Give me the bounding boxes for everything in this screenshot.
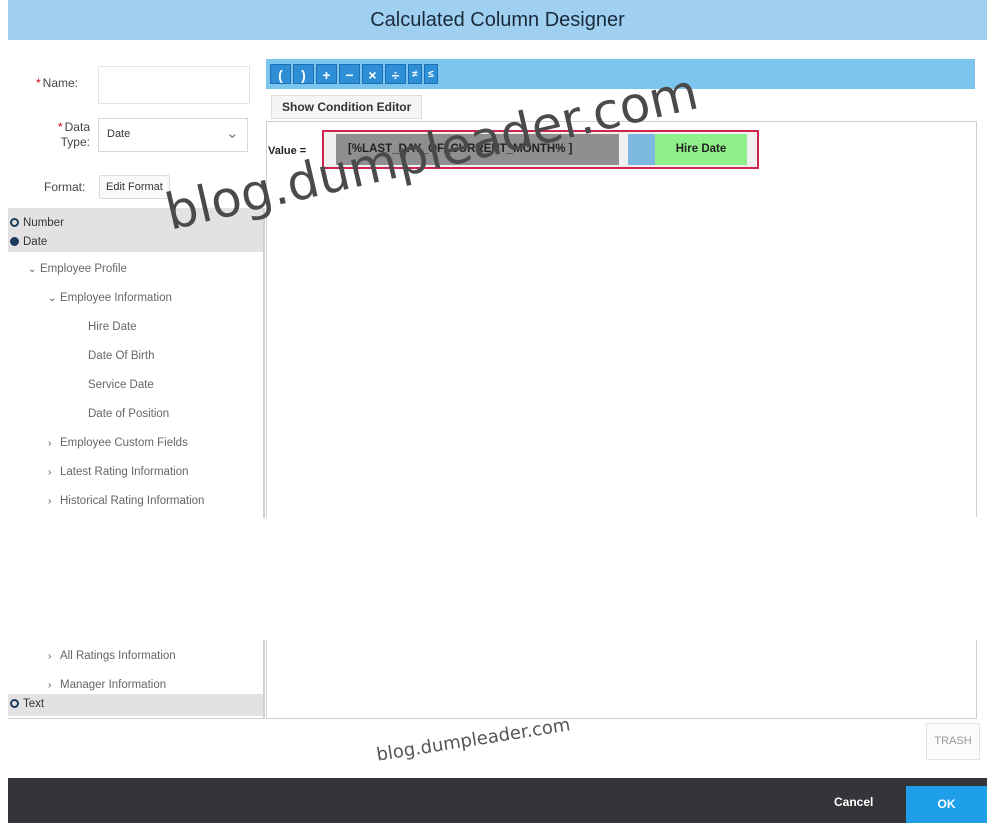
dialog-title: Calculated Column Designer (8, 0, 987, 40)
tree-item-latest-rating[interactable]: › Latest Rating Information (48, 466, 189, 478)
expression-token-operator[interactable] (628, 134, 655, 165)
radio-selected-icon (10, 237, 19, 247)
tree-item-employee-profile[interactable]: ⌄ Employee Profile (28, 263, 127, 275)
chevron-right-icon: › (48, 467, 52, 478)
chevron-down-icon: ⌄ (48, 293, 57, 304)
tree-item-employee-information[interactable]: ⌄ Employee Information (48, 292, 172, 304)
radio-icon (10, 218, 19, 228)
radio-date[interactable]: Date (10, 236, 47, 248)
expression-token-hire-date[interactable]: Hire Date (655, 134, 747, 165)
tree-item-all-ratings[interactable]: › All Ratings Information (48, 650, 176, 662)
required-mark: * (36, 76, 41, 90)
plus-icon[interactable]: + (316, 64, 337, 84)
field-tree-lower: › All Ratings Information › Manager Inform… (8, 640, 265, 719)
data-type-value: Date (107, 128, 131, 140)
edit-format-button[interactable]: Edit Format (99, 175, 170, 199)
field-tree: Number Date ⌄ Employee Profile ⌄ Employee … (8, 208, 265, 518)
tree-item-historical-rating[interactable]: › Historical Rating Information (48, 495, 204, 507)
show-condition-editor-button[interactable]: Show Condition Editor (271, 95, 423, 119)
not-equal-icon[interactable]: ≠ (408, 64, 422, 84)
tree-item-manager-information[interactable]: › Manager Information (48, 679, 166, 691)
divide-icon[interactable]: ÷ (385, 64, 406, 84)
trash-dropzone[interactable]: TRASH (926, 723, 980, 760)
chevron-down-icon: ⌄ (28, 264, 37, 275)
tree-item-hire-date[interactable]: Hire Date (88, 321, 137, 333)
paren-open-icon[interactable]: ( (270, 64, 291, 84)
radio-text[interactable]: Text (10, 698, 44, 710)
chevron-right-icon: › (48, 438, 52, 449)
radio-icon (10, 699, 19, 709)
data-type-label: * Data Type: (57, 120, 90, 149)
chevron-right-icon: › (48, 680, 52, 691)
tree-item-employee-custom-fields[interactable]: › Employee Custom Fields (48, 437, 188, 449)
format-label: Format: (44, 180, 86, 194)
chevron-right-icon: › (48, 496, 52, 507)
expression-editor-lower (266, 640, 977, 719)
text-radio-row (8, 694, 263, 716)
chevron-down-icon: ⌄ (225, 125, 239, 142)
ok-button[interactable]: OK (906, 786, 987, 823)
name-field[interactable] (98, 66, 250, 104)
name-label: * Name: (36, 76, 79, 90)
tree-item-date-of-position[interactable]: Date of Position (88, 408, 169, 420)
tree-item-date-of-birth[interactable]: Date Of Birth (88, 350, 154, 362)
minus-icon[interactable]: − (339, 64, 360, 84)
multiply-icon[interactable]: × (362, 64, 383, 84)
tree-item-service-date[interactable]: Service Date (88, 379, 154, 391)
paren-close-icon[interactable]: ) (293, 64, 314, 84)
data-type-select[interactable]: Date ⌄ (98, 118, 248, 152)
radio-number[interactable]: Number (10, 217, 64, 229)
less-equal-icon[interactable]: ≤ (424, 64, 438, 84)
cancel-button[interactable]: Cancel (826, 790, 881, 814)
watermark-small: blog.dumpleader.com (375, 714, 572, 766)
chevron-right-icon: › (48, 651, 52, 662)
